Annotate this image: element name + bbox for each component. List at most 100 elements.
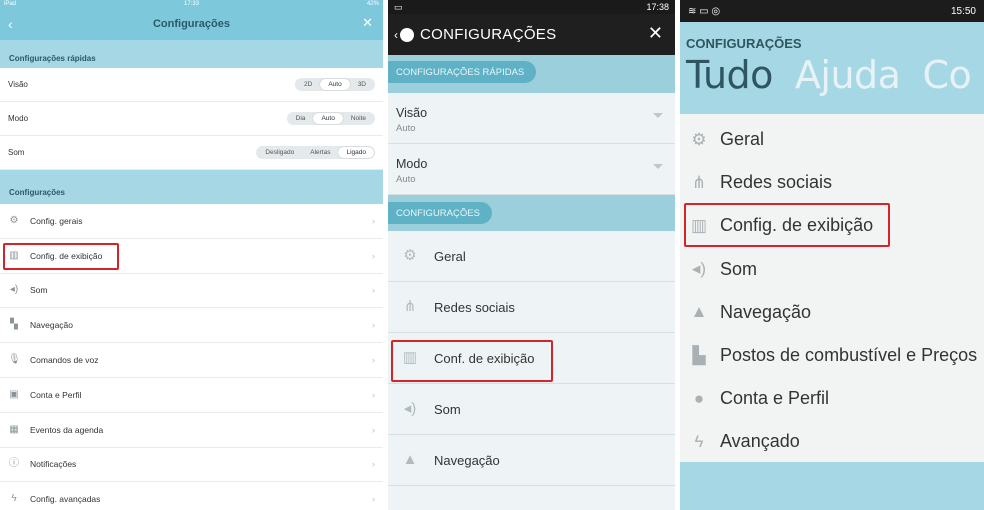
wifi-icon: ≋ ▭ ◎ [688, 5, 721, 17]
segment-dia[interactable]: Dia [288, 113, 314, 124]
item-label: Conta e Perfil [720, 388, 830, 409]
chevron-right-icon: › [372, 459, 375, 470]
segment-noite[interactable]: Noite [343, 113, 374, 124]
image-notification-icon: ▭ [394, 1, 403, 12]
quick-item-value: Auto [396, 123, 416, 134]
settings-item-sound[interactable]: ◂) Som [680, 248, 984, 291]
highlight-box [3, 243, 119, 270]
segment-alertas[interactable]: Alertas [302, 147, 338, 158]
close-icon[interactable]: ✕ [648, 23, 663, 44]
gear-icon: ⚙ [691, 129, 707, 149]
quick-item-modo[interactable]: Modo Auto [388, 144, 675, 195]
speaker-icon: ◂) [691, 259, 707, 279]
chevron-right-icon: › [372, 215, 375, 226]
segment-auto[interactable]: Auto [313, 113, 343, 124]
settings-item-general[interactable]: ⚙ Geral [680, 118, 984, 161]
item-label: Navegação [434, 452, 500, 468]
speaker-icon: ◂) [403, 400, 417, 417]
settings-item-navigation[interactable]: ▲ Navegação [680, 291, 984, 334]
tab-ajuda[interactable]: Ajuda [795, 53, 901, 97]
back-chevron-icon[interactable]: ‹ [394, 28, 398, 42]
item-label: Som [434, 401, 461, 417]
settings-item-general[interactable]: ⚙ Geral [388, 231, 675, 282]
chevron-right-icon: › [372, 424, 375, 435]
quick-row-visao: Visão 2D Auto 3D [0, 68, 383, 102]
item-label: Comandos de voz [30, 355, 99, 366]
settings-item-social[interactable]: ⋔ Redes sociais [680, 161, 984, 204]
quick-item-label: Visão [396, 106, 428, 120]
android-settings-panel: ▭ 17:38 ‹ CONFIGURAÇÕES ✕ CONFIGURAÇÕES … [388, 0, 675, 510]
chevron-right-icon: › [372, 285, 375, 296]
segment-3d[interactable]: 3D [350, 79, 374, 90]
segment-auto[interactable]: Auto [320, 79, 350, 90]
mode-segmented-control[interactable]: Dia Auto Noite [286, 112, 375, 125]
quick-item-label: Modo [396, 157, 428, 171]
settings-item-navigation[interactable]: ▲ Navegação [388, 435, 675, 486]
item-label: Redes sociais [434, 299, 515, 315]
lightning-icon: ϟ [11, 493, 17, 505]
settings-item-sound[interactable]: ◂) Som › [0, 274, 383, 309]
settings-item-advanced[interactable]: ϟ Config. avançadas › [0, 482, 383, 510]
calendar-icon: ▦ [9, 423, 19, 435]
chevron-right-icon: › [372, 389, 375, 400]
highlight-box [391, 340, 553, 382]
settings-list: ⚙ Geral ⋔ Redes sociais ▥ Config. de exibiç… [680, 114, 984, 462]
settings-item-account[interactable]: ● Conta e Perfil [680, 377, 984, 420]
info-icon: ⓘ [9, 458, 19, 470]
navigation-icon: ▲ [402, 451, 418, 468]
view-segmented-control[interactable]: 2D Auto 3D [295, 78, 375, 91]
page-title: CONFIGURAÇÕES [420, 26, 557, 43]
quick-row-label: Visão [8, 80, 28, 89]
battery-level: 42% [366, 1, 379, 7]
item-label: Navegação [30, 320, 74, 331]
pivot-header: CONFIGURAÇÕES Tudo Ajuda Co [680, 22, 984, 114]
settings-item-general[interactable]: ⚙ Config. gerais › [0, 204, 383, 239]
app-logo-icon [400, 27, 414, 42]
quick-settings-header: CONFIGURAÇÕES RÁPIDAS [388, 55, 675, 93]
tab-next[interactable]: Co [922, 53, 971, 97]
close-icon[interactable]: ✕ [362, 15, 373, 31]
status-bar: iPad 17:33 42% [0, 0, 383, 8]
settings-item-fuel[interactable]: ▙ Postos de combustível e Preços [680, 334, 984, 377]
settings-item-navigation[interactable]: ▚ Navegação › [0, 308, 383, 344]
settings-item-voice[interactable]: 🎙 Comandos de voz › [0, 343, 383, 378]
segment-ligado[interactable]: Ligado [338, 147, 374, 158]
dropdown-arrow-icon [653, 113, 663, 118]
speaker-icon: ◂) [9, 284, 19, 296]
quick-settings-header: Configurações rápidas [0, 40, 383, 68]
settings-section-header: CONFIGURAÇÕES [388, 195, 675, 231]
item-label: Config. gerais [30, 215, 83, 226]
settings-item-notifications[interactable]: ⓘ Notificações › [0, 448, 383, 483]
settings-item-social[interactable]: ⋔ Redes sociais [388, 282, 675, 333]
settings-item-sound[interactable]: ◂) Som [388, 384, 675, 435]
quick-item-value: Auto [396, 174, 416, 185]
dropdown-arrow-icon [653, 164, 663, 169]
item-label: Eventos da agenda [30, 424, 104, 435]
chevron-right-icon: › [372, 250, 375, 261]
segment-2d[interactable]: 2D [296, 79, 320, 90]
quick-row-label: Modo [8, 114, 29, 123]
status-bar: ▭ 17:38 [388, 0, 675, 14]
settings-item-account[interactable]: ▣ Conta e Perfil › [0, 378, 383, 413]
microphone-icon: 🎙 [8, 354, 21, 366]
windows-settings-panel: ≋ ▭ ◎ 15:50 CONFIGURAÇÕES Tudo Ajuda Co … [680, 0, 984, 510]
sound-segmented-control[interactable]: Desligado Alertas Ligado [256, 146, 375, 159]
item-label: Config. avançadas [30, 494, 101, 505]
app-bar: ‹ CONFIGURAÇÕES ✕ [388, 14, 675, 55]
item-label: Notificações [30, 459, 77, 470]
quick-row-som: Som Desligado Alertas Ligado [0, 136, 383, 170]
settings-item-calendar[interactable]: ▦ Eventos da agenda › [0, 413, 383, 448]
settings-item-advanced[interactable]: ϟ Avançado [680, 420, 984, 463]
chevron-right-icon: › [372, 494, 375, 505]
segment-desligado[interactable]: Desligado [257, 147, 302, 158]
fuel-pump-icon: ▙ [692, 345, 706, 365]
quick-row-modo: Modo Dia Auto Noite [0, 102, 383, 136]
item-label: Conta e Perfil [30, 389, 82, 400]
back-chevron-icon[interactable]: ‹ [8, 16, 13, 32]
chevron-right-icon: › [372, 320, 375, 331]
settings-section-header: Configurações [0, 170, 383, 204]
share-icon: ⋔ [403, 298, 417, 315]
quick-item-visao[interactable]: Visão Auto [388, 93, 675, 144]
navigation-icon: ▚ [10, 319, 18, 331]
tab-tudo[interactable]: Tudo [686, 53, 773, 97]
